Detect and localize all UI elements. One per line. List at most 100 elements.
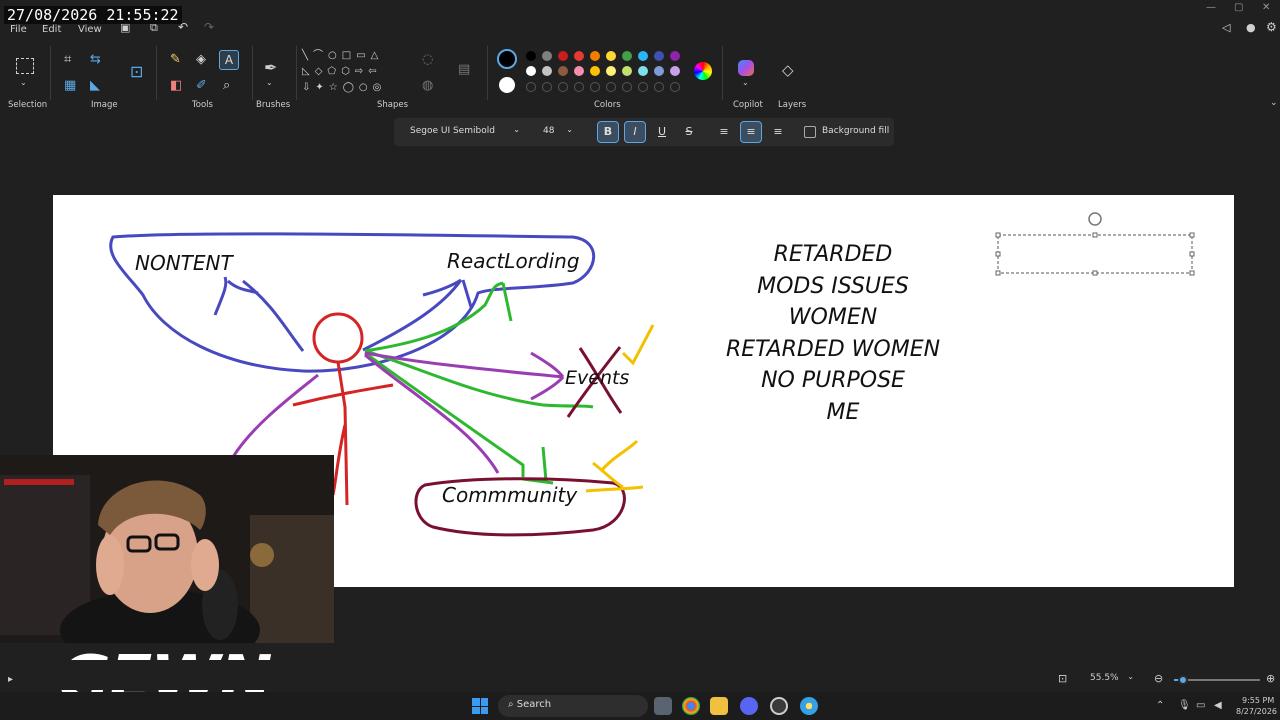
- custom-color-slot[interactable]: [590, 82, 600, 92]
- color-swatch[interactable]: [590, 51, 600, 61]
- color-swatch[interactable]: [526, 51, 536, 61]
- redo-icon[interactable]: ↷: [204, 20, 214, 34]
- chevron-down-icon[interactable]: ⌄: [20, 78, 27, 87]
- custom-color-slot[interactable]: [638, 82, 648, 92]
- taskbar-search[interactable]: ⌕ Search: [498, 695, 648, 717]
- discord-icon[interactable]: [740, 697, 758, 715]
- custom-color-slot[interactable]: [558, 82, 568, 92]
- color-swatch[interactable]: [526, 66, 536, 76]
- chevron-down-icon[interactable]: ⌄: [266, 78, 273, 87]
- align-right-icon[interactable]: ≡: [768, 122, 788, 142]
- pencil-icon[interactable]: ✎: [170, 52, 181, 67]
- color-swatch[interactable]: [574, 66, 584, 76]
- color-swatch[interactable]: [638, 66, 648, 76]
- bold-button[interactable]: B: [597, 121, 619, 143]
- italic-button[interactable]: I: [624, 121, 646, 143]
- secondary-color[interactable]: [499, 77, 515, 93]
- magnifier-icon[interactable]: ⌕: [223, 78, 230, 93]
- shape-fill-icon[interactable]: ◍: [422, 78, 433, 93]
- shape-line-icon[interactable]: ╲⌒○□▭△: [302, 50, 383, 61]
- custom-color-slot[interactable]: [542, 82, 552, 92]
- chrome-icon[interactable]: [682, 697, 700, 715]
- paint-icon[interactable]: [800, 697, 818, 715]
- resize-icon[interactable]: ⇆: [90, 52, 101, 67]
- eraser-icon[interactable]: ◧: [170, 78, 182, 93]
- color-swatch[interactable]: [622, 51, 632, 61]
- menu-edit[interactable]: Edit: [42, 24, 61, 35]
- start-icon[interactable]: [472, 698, 488, 714]
- tray-chevron-icon[interactable]: ⌃: [1156, 700, 1164, 711]
- color-swatch[interactable]: [558, 66, 568, 76]
- color-swatch[interactable]: [574, 51, 584, 61]
- align-center-icon[interactable]: ≡: [740, 121, 762, 143]
- color-swatch[interactable]: [542, 66, 552, 76]
- strikethrough-button[interactable]: S: [679, 122, 699, 142]
- rotate-icon[interactable]: ◣: [90, 78, 100, 93]
- color-swatch[interactable]: [542, 51, 552, 61]
- shape-size-icon[interactable]: ▤: [458, 62, 470, 77]
- resize-handles[interactable]: [995, 232, 1195, 276]
- custom-color-slot[interactable]: [526, 82, 536, 92]
- custom-color-slot[interactable]: [606, 82, 616, 92]
- remove-background-icon[interactable]: ⊡: [130, 62, 143, 81]
- color-swatch[interactable]: [622, 66, 632, 76]
- selection-tool-icon[interactable]: [16, 58, 34, 74]
- zoom-select[interactable]: 55.5% ⌄: [1084, 670, 1140, 688]
- fill-icon[interactable]: ◈: [196, 52, 206, 67]
- task-view-icon[interactable]: [654, 697, 672, 715]
- color-swatch[interactable]: [654, 66, 664, 76]
- custom-color-slot[interactable]: [622, 82, 632, 92]
- color-swatch[interactable]: [558, 51, 568, 61]
- menu-file[interactable]: File: [10, 24, 27, 35]
- close-button[interactable]: ✕: [1262, 2, 1270, 13]
- custom-color-slot[interactable]: [670, 82, 680, 92]
- text-tool-icon[interactable]: A: [219, 50, 239, 70]
- font-size-select[interactable]: 48 ⌄: [535, 123, 579, 141]
- layers-icon[interactable]: ◇: [782, 61, 794, 79]
- rotate-handle-icon[interactable]: [1088, 212, 1102, 226]
- color-swatch[interactable]: [670, 51, 680, 61]
- custom-color-slot[interactable]: [654, 82, 664, 92]
- settings-icon[interactable]: ⚙: [1266, 20, 1277, 34]
- fit-to-window-icon[interactable]: ⊡: [1058, 672, 1067, 685]
- shapes-gallery[interactable]: ╲⌒○□▭△ ◺◇⬠⬡⇨⇦ ⇩✦☆◯○◎: [302, 48, 410, 100]
- clock-date[interactable]: 8/27/2026: [1236, 707, 1277, 716]
- primary-color[interactable]: [497, 49, 517, 69]
- custom-color-slot[interactable]: [574, 82, 584, 92]
- shape-row3-icon[interactable]: ⇩✦☆◯○◎: [302, 82, 386, 93]
- align-left-icon[interactable]: ≡: [714, 122, 734, 142]
- volume-icon[interactable]: ◀: [1214, 700, 1222, 711]
- account-icon[interactable]: ●: [1246, 21, 1256, 34]
- color-swatch[interactable]: [606, 51, 616, 61]
- copilot-icon[interactable]: [738, 60, 754, 76]
- color-swatch[interactable]: [590, 66, 600, 76]
- color-picker-icon[interactable]: ✐: [196, 78, 207, 93]
- color-swatch[interactable]: [654, 51, 664, 61]
- file-explorer-icon[interactable]: [710, 697, 728, 715]
- underline-button[interactable]: U: [652, 122, 672, 142]
- outline-icon[interactable]: ◌: [422, 52, 433, 67]
- minimize-button[interactable]: —: [1206, 2, 1216, 13]
- microphone-icon[interactable]: 🎙: [1178, 700, 1191, 711]
- zoom-slider-thumb[interactable]: [1177, 675, 1188, 685]
- menu-view[interactable]: View: [78, 24, 102, 35]
- zoom-out-icon[interactable]: ⊖: [1154, 672, 1163, 685]
- brush-icon[interactable]: ✒: [264, 58, 277, 77]
- color-swatch[interactable]: [638, 51, 648, 61]
- background-fill-checkbox[interactable]: [804, 126, 816, 138]
- collapse-ribbon-icon[interactable]: ⌄: [1270, 98, 1278, 108]
- maximize-button[interactable]: ▢: [1234, 2, 1243, 13]
- shape-row2-icon[interactable]: ◺◇⬠⬡⇨⇦: [302, 66, 382, 77]
- chevron-down-icon[interactable]: ⌄: [742, 78, 749, 87]
- obs-icon[interactable]: [770, 697, 788, 715]
- edit-colors-icon[interactable]: [694, 62, 712, 80]
- zoom-in-icon[interactable]: ⊕: [1266, 672, 1275, 685]
- crop-icon[interactable]: ⌗: [64, 52, 71, 67]
- network-icon[interactable]: ▭: [1196, 700, 1205, 711]
- image-select-icon[interactable]: ▦: [64, 78, 76, 93]
- color-swatch[interactable]: [670, 66, 680, 76]
- color-swatch[interactable]: [606, 66, 616, 76]
- text-selection-box[interactable]: [997, 234, 1193, 274]
- feedback-icon[interactable]: ◁: [1222, 21, 1230, 34]
- clock-time[interactable]: 9:55 PM: [1242, 696, 1274, 705]
